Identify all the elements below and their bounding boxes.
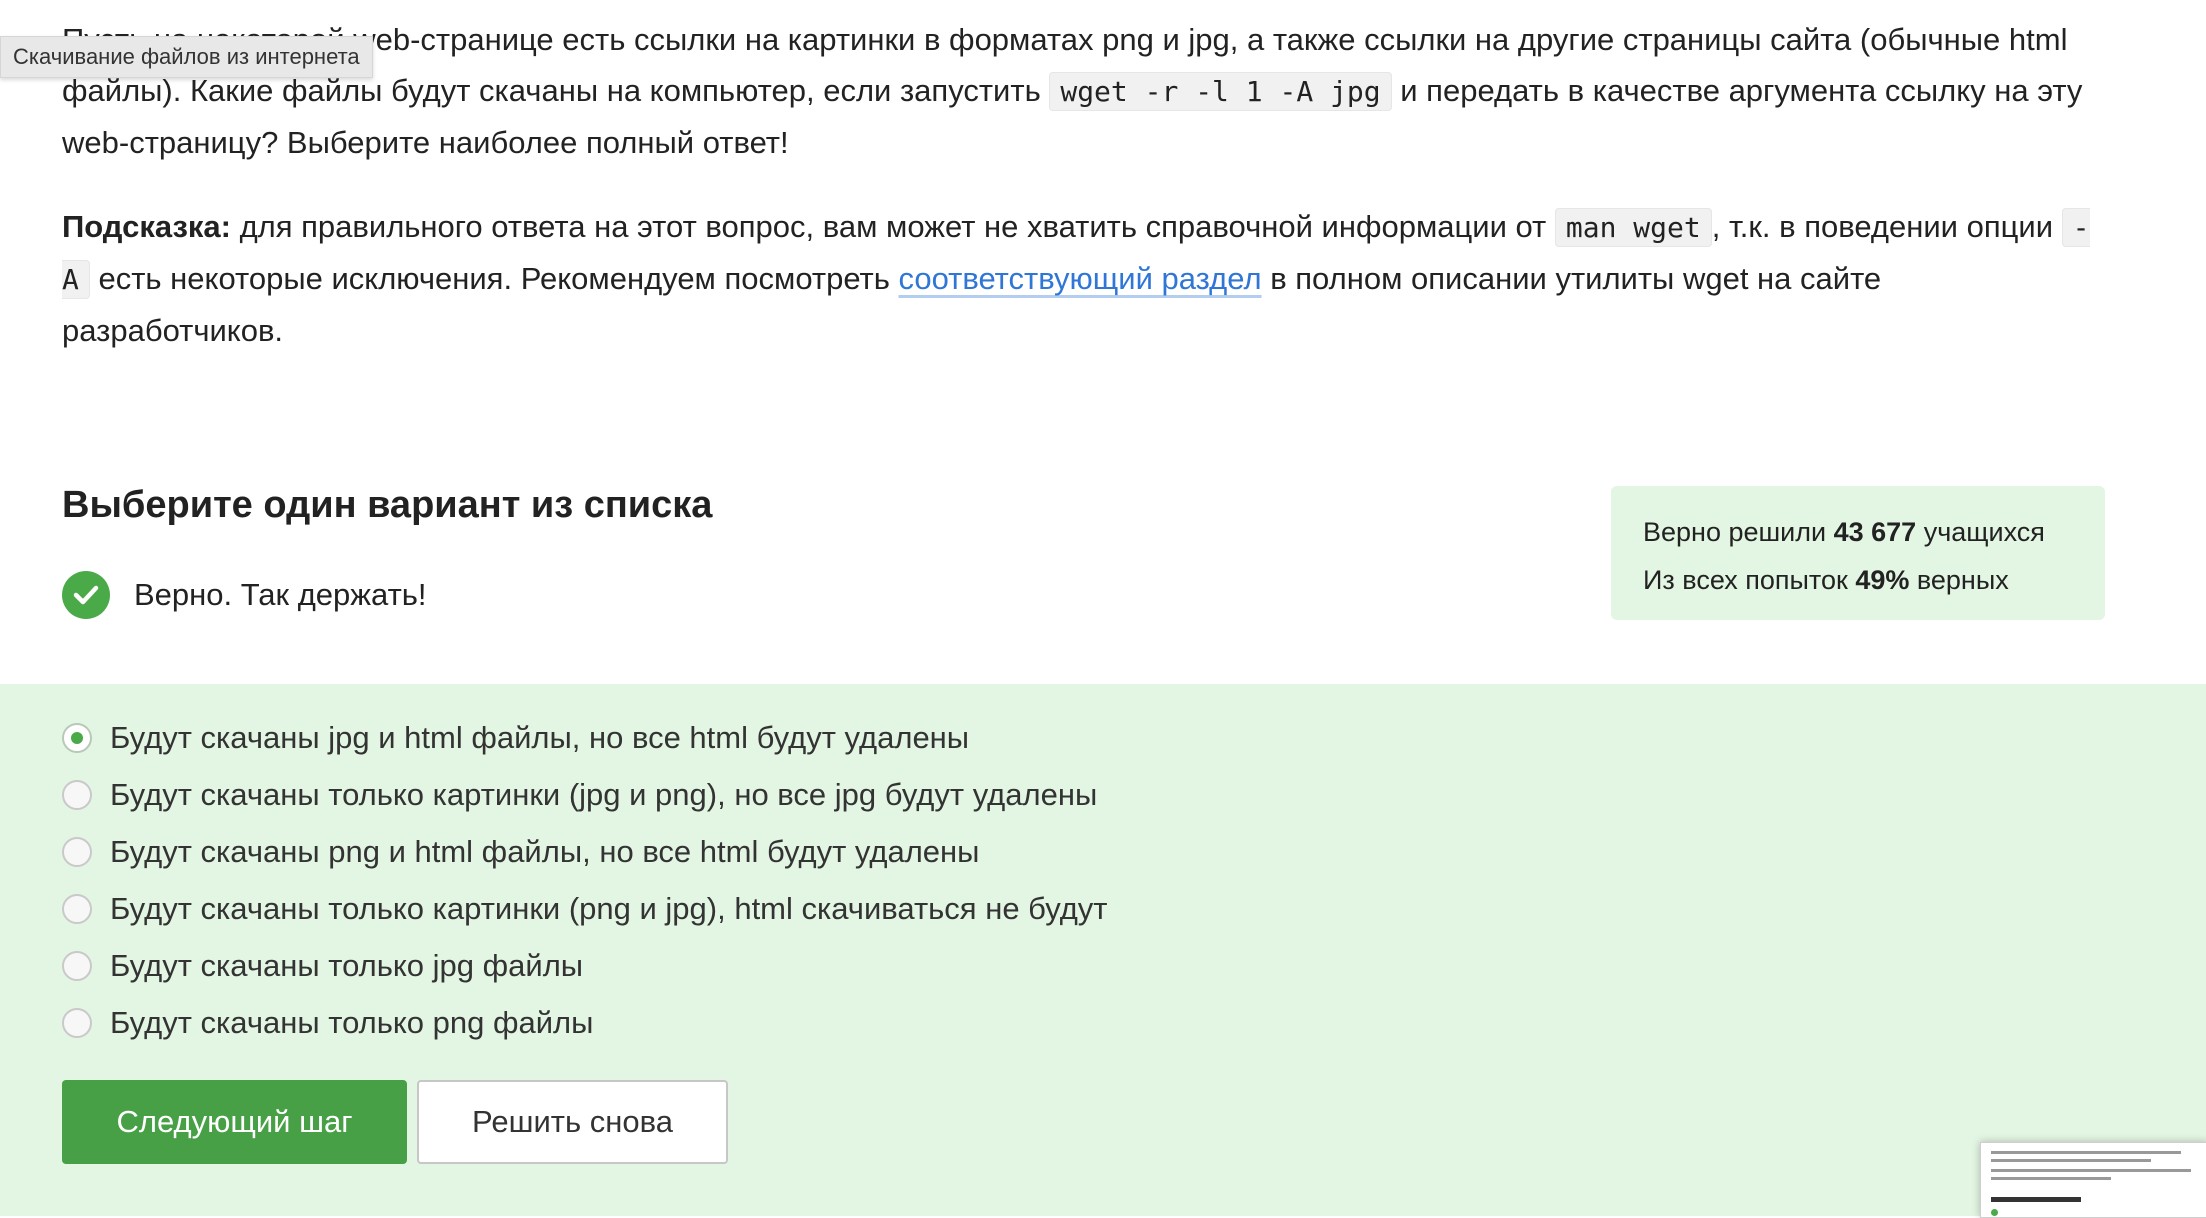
answer-option[interactable]: Будут скачаны только png файлы [62,1003,593,1043]
stats-text: Из всех попыток [1643,565,1856,595]
answer-option-label: Будут скачаны png и html файлы, но все h… [110,834,980,869]
thumbnail-title-line [1991,1197,2081,1202]
stats-panel: Верно решили 43 677 учащихся Из всех поп… [1611,486,2105,620]
stats-text: Верно решили [1643,517,1834,547]
hint-text-part: для правильного ответа на этот вопрос, в… [230,209,1555,244]
screenshot-thumbnail[interactable] [1980,1142,2206,1218]
next-step-button[interactable]: Следующий шаг [62,1080,407,1164]
answer-option[interactable]: Будут скачаны png и html файлы, но все h… [62,832,979,872]
answer-option-label: Будут скачаны jpg и html файлы, но все h… [110,720,970,755]
man-wget-code: man wget [1554,208,1712,247]
verdict-text: Верно. Так держать! [134,577,427,612]
tooltip: Скачивание файлов из интернета [0,36,373,78]
stats-text: учащихся [1916,517,2045,547]
thumbnail-line [1991,1177,2111,1180]
answer-option-label: Будут скачаны только png файлы [110,1005,594,1040]
hint-label: Подсказка: [62,209,231,244]
hint-paragraph: Подсказка: для правильного ответа на это… [62,201,2102,356]
radio-button-checked[interactable] [62,723,92,753]
radio-button[interactable] [62,780,92,810]
thumbnail-line [1991,1151,2181,1154]
answer-option[interactable]: Будут скачаны только jpg файлы [62,946,583,986]
check-circle-icon [62,571,110,619]
answer-option-label: Будут скачаны только картинки (jpg и png… [110,777,1098,812]
stats-solved-line: Верно решили 43 677 учащихся [1643,508,2073,556]
radio-button[interactable] [62,894,92,924]
answer-option[interactable]: Будут скачаны только картинки (jpg и png… [62,775,1097,815]
thumbnail-line [1991,1159,2151,1162]
radio-button[interactable] [62,951,92,981]
radio-button[interactable] [62,837,92,867]
hint-text-part: , т.к. в поведении опции [1711,209,2062,244]
answer-option-label: Будут скачаны только jpg файлы [110,948,584,983]
solve-again-button[interactable]: Решить снова [417,1080,728,1164]
command-code: wget -r -l 1 -A jpg [1049,72,1392,111]
stats-text: верных [1909,565,2009,595]
thumbnail-line [1991,1169,2191,1172]
hint-text-part: есть некоторые исключения. Рекомендуем п… [89,261,899,296]
correct-percent: 49% [1855,565,1910,595]
docs-section-link[interactable]: соответствующий раздел [899,261,1262,296]
answer-option-label: Будут скачаны только картинки (png и jpg… [110,891,1108,926]
radio-button[interactable] [62,1008,92,1038]
answer-option[interactable]: Будут скачаны jpg и html файлы, но все h… [62,718,969,758]
section-title: Выберите один вариант из списка [62,484,713,526]
solved-count: 43 677 [1833,517,1917,547]
answer-option[interactable]: Будут скачаны только картинки (png и jpg… [62,889,1108,929]
thumbnail-check-icon [1991,1209,1998,1216]
verdict: Верно. Так держать! [62,570,427,620]
stats-attempts-line: Из всех попыток 49% верных [1643,556,2073,604]
